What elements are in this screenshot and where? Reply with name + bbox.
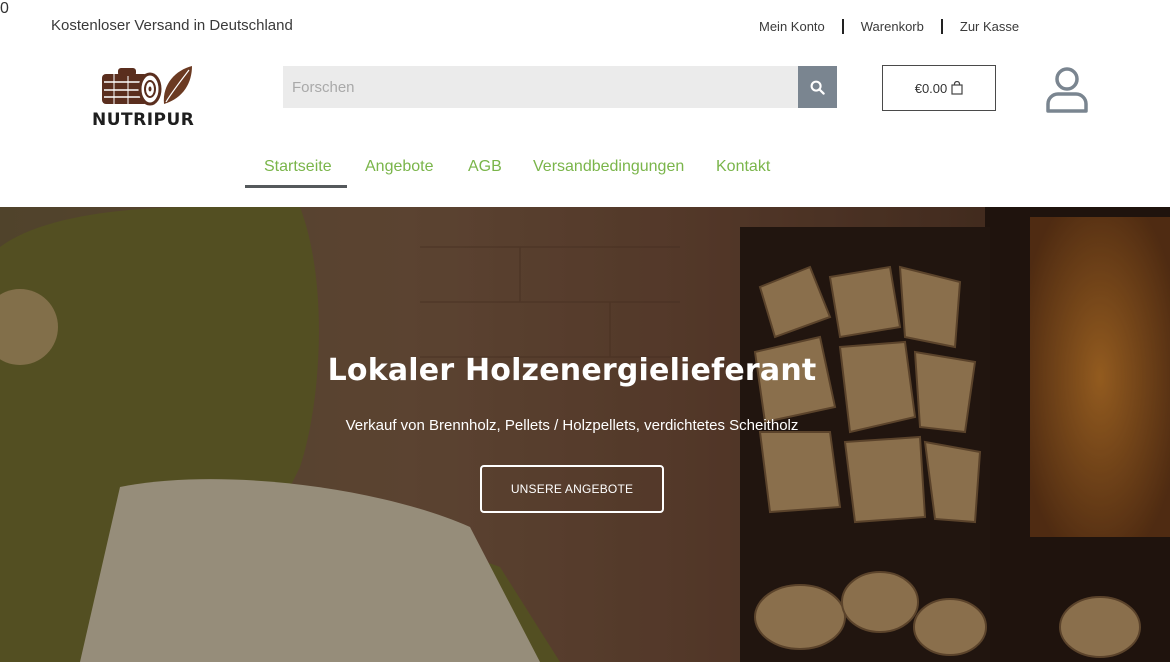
user-account-button[interactable] bbox=[1045, 66, 1089, 114]
user-icon bbox=[1046, 67, 1088, 113]
link-divider bbox=[841, 19, 844, 34]
shipping-promo-text: Kostenloser Versand in Deutschland bbox=[51, 17, 293, 34]
hero-title: Lokaler Holzenergielieferant bbox=[327, 353, 817, 388]
hero-subtitle: Verkauf von Brennholz, Pellets / Holzpel… bbox=[345, 417, 799, 434]
nav-item-agb[interactable]: AGB bbox=[468, 158, 502, 176]
shopping-bag-icon bbox=[951, 80, 963, 95]
cart-total: €0.00 bbox=[914, 80, 948, 96]
cart-link[interactable]: Warenkorb bbox=[861, 19, 924, 34]
hero-background-image bbox=[0, 207, 1170, 662]
my-account-link[interactable]: Mein Konto bbox=[759, 19, 825, 34]
active-nav-indicator bbox=[245, 185, 347, 188]
account-links: Mein Konto Warenkorb Zur Kasse bbox=[759, 19, 1019, 34]
site-logo[interactable]: NUTRIPUR bbox=[92, 64, 204, 130]
nav-item-kontakt[interactable]: Kontakt bbox=[716, 158, 770, 176]
nav-item-versandbedingungen[interactable]: Versandbedingungen bbox=[533, 158, 684, 176]
nav-item-angebote[interactable]: Angebote bbox=[365, 158, 434, 176]
hero-banner: Lokaler Holzenergielieferant Verkauf von… bbox=[0, 207, 1170, 662]
top-bar: Kostenloser Versand in Deutschland Mein … bbox=[0, 0, 1170, 52]
checkout-link[interactable]: Zur Kasse bbox=[960, 19, 1019, 34]
search-icon bbox=[810, 80, 825, 95]
search-input[interactable] bbox=[283, 66, 798, 108]
search-bar bbox=[283, 66, 837, 108]
main-navigation: Startseite Angebote AGB Versandbedingung… bbox=[0, 150, 1170, 190]
nav-item-startseite[interactable]: Startseite bbox=[264, 158, 332, 176]
search-button[interactable] bbox=[798, 66, 837, 108]
logo-wordmark: NUTRIPUR bbox=[92, 110, 195, 130]
log-leaf-logo-icon bbox=[102, 66, 192, 106]
our-offers-button[interactable]: UNSERE ANGEBOTE bbox=[480, 465, 664, 513]
link-divider bbox=[940, 19, 943, 34]
mini-cart-button[interactable]: €0.00 bbox=[882, 65, 996, 111]
